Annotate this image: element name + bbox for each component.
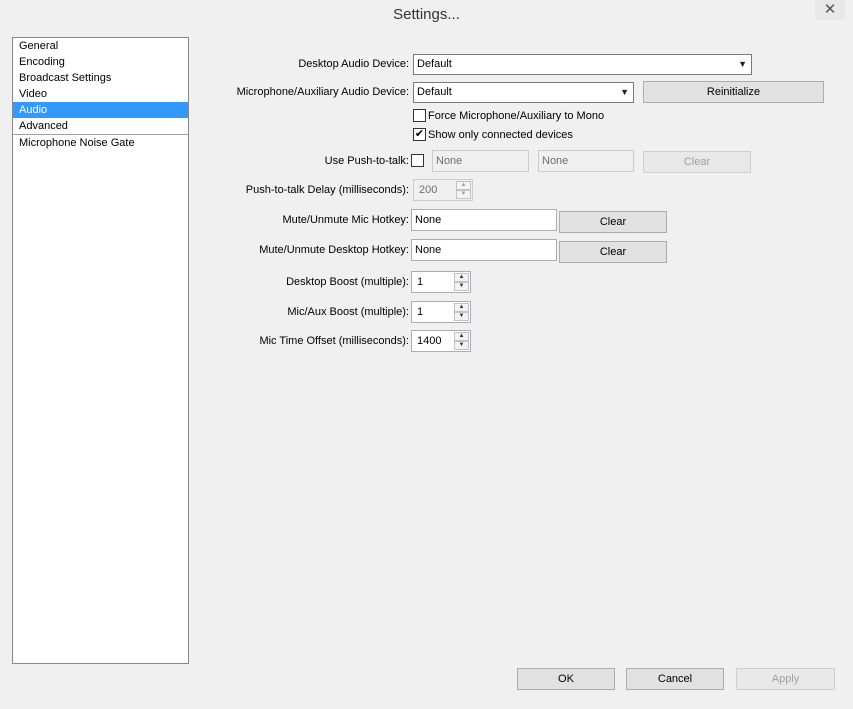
sidebar-item-general[interactable]: General <box>13 38 188 54</box>
desktop-boost-spinbox[interactable]: 1 ▲ ▼ <box>411 271 471 293</box>
settings-category-list[interactable]: General Encoding Broadcast Settings Vide… <box>12 37 189 664</box>
spin-down-icon[interactable]: ▼ <box>454 282 469 291</box>
mute-mic-clear-button[interactable]: Clear <box>559 211 667 233</box>
force-mono-label: Force Microphone/Auxiliary to Mono <box>428 110 605 122</box>
push-to-talk-checkbox[interactable] <box>411 154 424 167</box>
spin-up-icon[interactable]: ▲ <box>454 332 469 341</box>
apply-button[interactable]: Apply <box>736 668 835 690</box>
close-icon[interactable]: ✕ <box>815 0 845 20</box>
ptt-delay-value: 200 <box>419 184 438 196</box>
mic-boost-spinbox[interactable]: 1 ▲ ▼ <box>411 301 471 323</box>
mute-mic-hotkey-label: Mute/Unmute Mic Hotkey: <box>282 214 409 226</box>
window-title: Settings... <box>393 6 460 23</box>
spin-down-icon[interactable]: ▼ <box>454 341 469 350</box>
sidebar-item-encoding[interactable]: Encoding <box>13 54 188 70</box>
push-to-talk-label: Use Push-to-talk: <box>324 155 409 167</box>
mic-boost-label: Mic/Aux Boost (multiple): <box>287 306 409 318</box>
sidebar-item-advanced[interactable]: Advanced <box>13 118 188 134</box>
ptt-delay-label: Push-to-talk Delay (milliseconds): <box>245 184 409 196</box>
ptt-hotkey-field-2[interactable]: None <box>538 150 634 172</box>
spin-up-icon[interactable]: ▲ <box>456 181 471 190</box>
desktop-boost-value: 1 <box>417 276 424 288</box>
desktop-boost-label: Desktop Boost (multiple): <box>286 276 409 288</box>
spin-up-icon[interactable]: ▲ <box>454 303 469 312</box>
mic-time-offset-value: 1400 <box>417 335 442 347</box>
reinitialize-button[interactable]: Reinitialize <box>643 81 824 103</box>
mute-mic-hotkey-field[interactable]: None <box>411 209 557 231</box>
mic-boost-value: 1 <box>417 306 424 318</box>
sidebar-item-video[interactable]: Video <box>13 86 188 102</box>
chevron-down-icon: ▼ <box>738 59 747 69</box>
force-mono-checkbox[interactable] <box>413 109 426 122</box>
ptt-hotkey-field-1[interactable]: None <box>432 150 529 172</box>
desktop-audio-device-select[interactable]: Default ▼ <box>413 54 752 75</box>
show-connected-checkbox[interactable]: ✔ <box>413 128 426 141</box>
ptt-delay-spinbox[interactable]: 200 ▲ ▼ <box>413 179 473 201</box>
mute-desktop-hotkey-field[interactable]: None <box>411 239 557 261</box>
desktop-audio-device-label: Desktop Audio Device: <box>298 58 409 70</box>
sidebar-item-microphone-noise-gate[interactable]: Microphone Noise Gate <box>13 135 188 151</box>
sidebar-item-broadcast-settings[interactable]: Broadcast Settings <box>13 70 188 86</box>
mute-desktop-hotkey-label: Mute/Unmute Desktop Hotkey: <box>259 244 409 256</box>
mic-audio-device-select[interactable]: Default ▼ <box>413 82 634 103</box>
spin-down-icon[interactable]: ▼ <box>456 190 471 199</box>
mic-audio-device-value: Default <box>417 86 452 98</box>
cancel-button[interactable]: Cancel <box>626 668 724 690</box>
mute-desktop-clear-button[interactable]: Clear <box>559 241 667 263</box>
spin-down-icon[interactable]: ▼ <box>454 312 469 321</box>
mic-audio-device-label: Microphone/Auxiliary Audio Device: <box>236 86 409 98</box>
ok-button[interactable]: OK <box>517 668 615 690</box>
mic-time-offset-label: Mic Time Offset (milliseconds): <box>259 335 409 347</box>
sidebar-item-audio[interactable]: Audio <box>13 102 188 118</box>
spin-up-icon[interactable]: ▲ <box>454 273 469 282</box>
show-connected-label: Show only connected devices <box>428 129 573 141</box>
chevron-down-icon: ▼ <box>620 87 629 97</box>
ptt-clear-button[interactable]: Clear <box>643 151 751 173</box>
mic-time-offset-spinbox[interactable]: 1400 ▲ ▼ <box>411 330 471 352</box>
desktop-audio-device-value: Default <box>417 58 452 70</box>
title-bar: Settings... ✕ <box>0 0 853 30</box>
